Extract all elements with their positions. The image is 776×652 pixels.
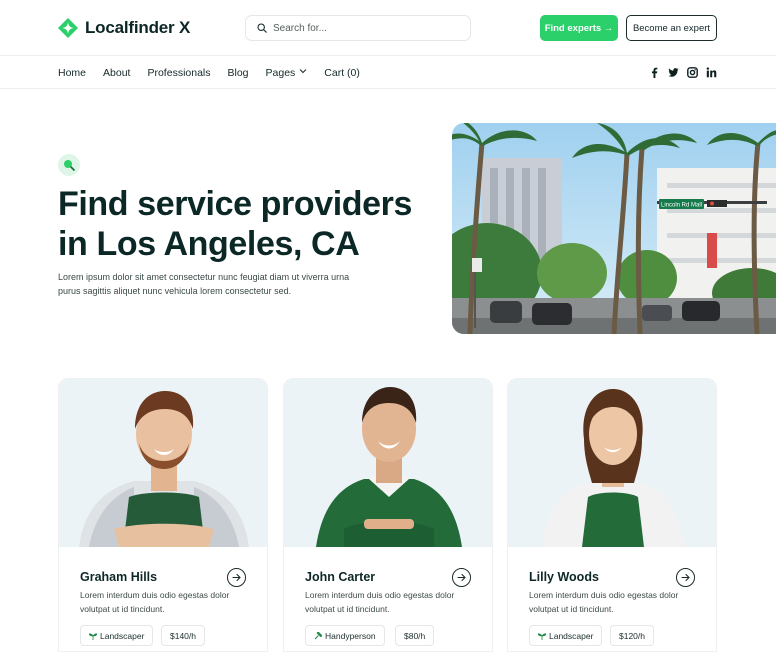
expert-photo <box>508 379 716 547</box>
arrow-right-icon[interactable] <box>452 568 471 587</box>
category-label: Handyperson <box>325 630 376 641</box>
plant-icon <box>538 632 546 640</box>
rate-label: $80/h <box>404 630 426 641</box>
expert-photo <box>284 379 492 547</box>
category-label: Landscaper <box>100 630 145 641</box>
nav-blog[interactable]: Blog <box>228 67 249 79</box>
search-input[interactable] <box>273 22 453 34</box>
expert-name: Lilly Woods <box>529 570 599 584</box>
plant-icon <box>89 632 97 640</box>
category-label: Landscaper <box>549 630 594 641</box>
logo-icon <box>58 18 78 38</box>
expert-card[interactable]: Lilly Woods Lorem interdum duis odio ege… <box>507 378 717 652</box>
street-sign: Lincoln Rd Mall <box>661 203 702 209</box>
chevron-down-icon <box>299 68 307 73</box>
become-expert-button[interactable]: Become an expert <box>626 15 717 41</box>
linkedin-icon[interactable] <box>706 67 717 78</box>
find-experts-button[interactable]: Find experts → <box>540 15 618 41</box>
hero-description: Lorem ipsum dolor sit amet consectetur n… <box>58 272 350 296</box>
expert-description: Lorem interdum duis odio egestas dolor v… <box>529 590 679 614</box>
hero-image: Lincoln Rd Mall <box>452 123 776 334</box>
search-bar[interactable] <box>245 15 471 41</box>
rate-label: $140/h <box>170 630 196 641</box>
category-tag: Handyperson <box>305 625 385 646</box>
expert-description: Lorem interdum duis odio egestas dolor v… <box>80 590 230 614</box>
header: Localfinder X Find experts → Become an e… <box>0 0 776 56</box>
social-links <box>649 67 717 78</box>
rate-label: $120/h <box>619 630 645 641</box>
hammer-icon <box>314 631 322 639</box>
nav-professionals[interactable]: Professionals <box>147 67 210 79</box>
facebook-icon[interactable] <box>649 67 660 78</box>
rate-tag: $140/h <box>161 625 205 646</box>
instagram-icon[interactable] <box>687 67 698 78</box>
search-icon <box>64 160 75 171</box>
expert-card[interactable]: Graham Hills Lorem interdum duis odio eg… <box>58 378 268 652</box>
arrow-right-icon[interactable] <box>227 568 246 587</box>
expert-name: John Carter <box>305 570 376 584</box>
hero-title: Find service providers in Los Angeles, C… <box>58 185 413 263</box>
twitter-icon[interactable] <box>668 67 679 78</box>
expert-description: Lorem interdum duis odio egestas dolor v… <box>305 590 455 614</box>
search-icon <box>257 23 267 33</box>
nav-pages-label: Pages <box>265 66 296 79</box>
nav-home[interactable]: Home <box>58 67 86 79</box>
hero-badge <box>58 154 80 176</box>
nav-cart[interactable]: Cart (0) <box>324 67 360 79</box>
rate-tag: $120/h <box>610 625 654 646</box>
logo[interactable]: Localfinder X <box>58 17 190 39</box>
main-nav: Home About Professionals Blog Pages Cart… <box>0 57 776 89</box>
arrow-right-icon[interactable] <box>676 568 695 587</box>
expert-name: Graham Hills <box>80 570 158 584</box>
category-tag: Landscaper <box>80 625 154 646</box>
brand-name: Localfinder X <box>85 18 191 37</box>
rate-tag: $80/h <box>395 625 435 646</box>
nav-about[interactable]: About <box>103 67 130 79</box>
expert-photo <box>59 379 267 547</box>
expert-card[interactable]: John Carter Lorem interdum duis odio ege… <box>283 378 493 652</box>
nav-pages[interactable]: Pages <box>266 67 308 79</box>
category-tag: Landscaper <box>529 625 603 646</box>
